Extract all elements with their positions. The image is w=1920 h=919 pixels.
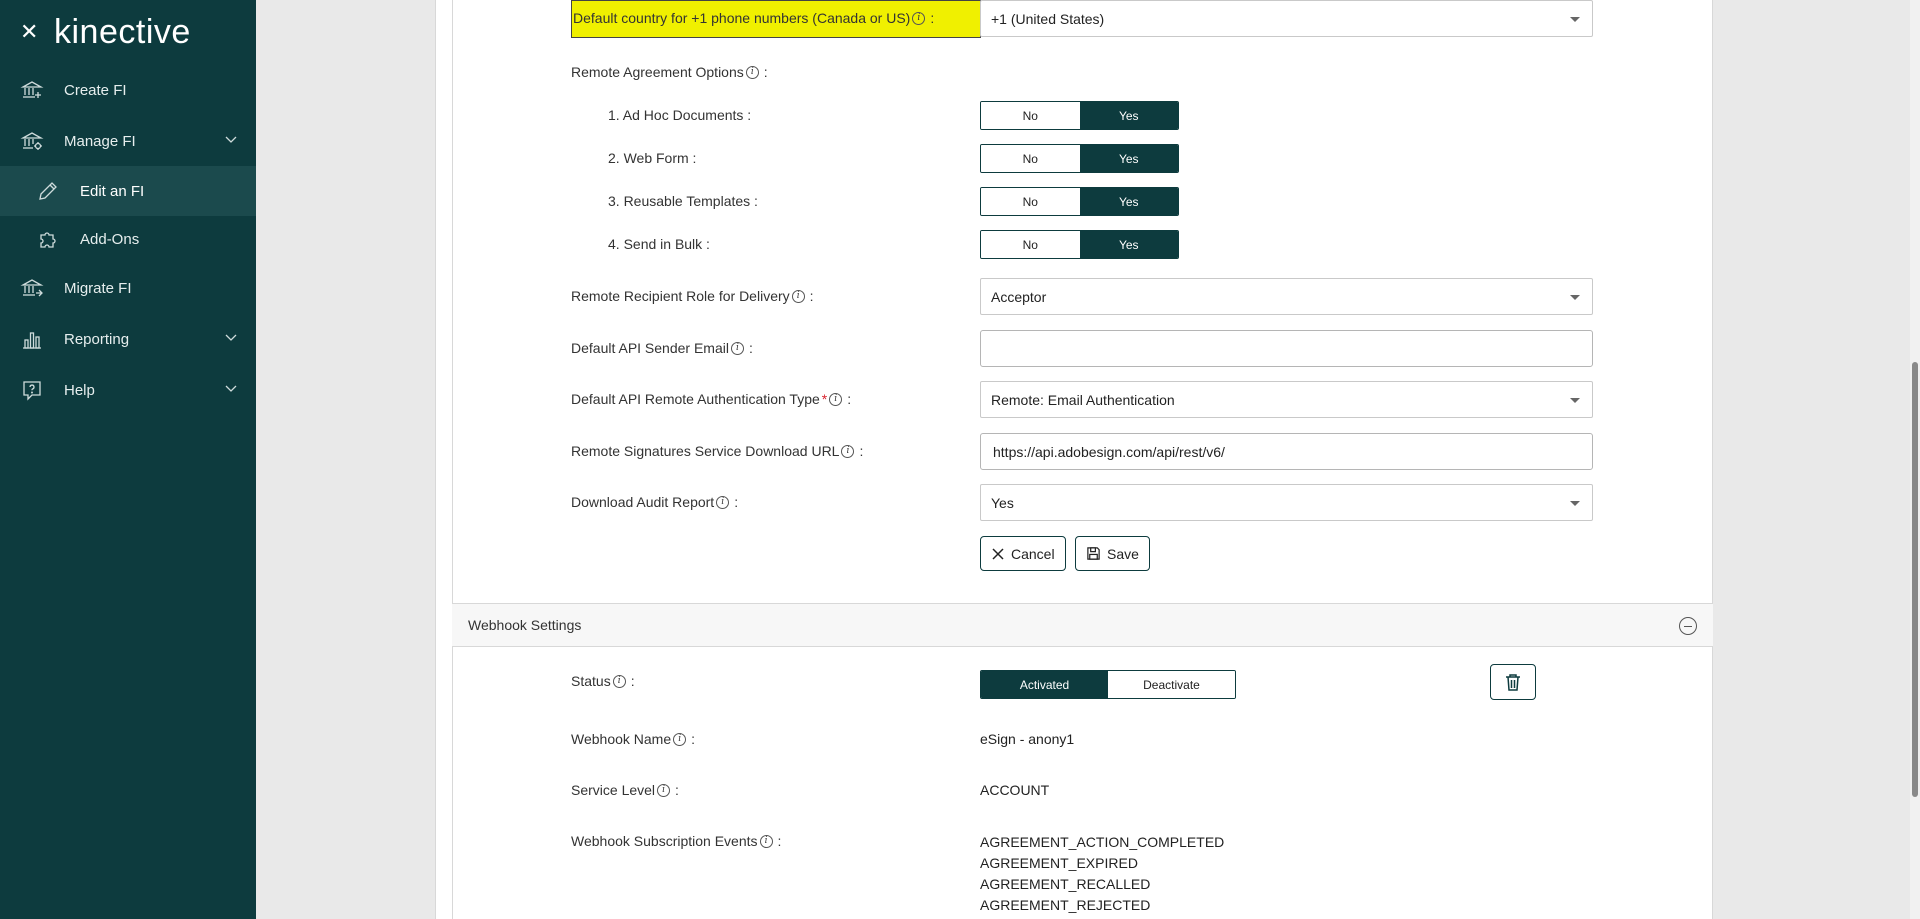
section-title: Webhook Settings [468, 617, 582, 633]
info-icon[interactable]: i [730, 341, 744, 355]
required-marker: * [821, 391, 828, 407]
default-country-label: Default country for +1 phone numbers (Ca… [573, 10, 935, 26]
info-icon[interactable]: i [791, 289, 805, 303]
toggle-no[interactable]: No [981, 188, 1080, 215]
sidebar-header: ✕ kinective [0, 0, 256, 64]
help-icon [23, 381, 41, 401]
toggle-yes[interactable]: Yes [1079, 102, 1178, 129]
info-icon[interactable]: i [657, 783, 671, 797]
api-auth-type-select[interactable]: Remote: Email Authentication [980, 381, 1593, 418]
dropdown-caret-icon [1570, 501, 1580, 506]
bank-plus-icon [20, 81, 44, 98]
webhook-name-label: Webhook Name i : [571, 731, 696, 747]
chevron-down-icon [225, 136, 237, 143]
list-item: AGREEMENT_EXPIRED [980, 855, 1138, 871]
sidebar-item-create-fi[interactable]: Create FI [0, 65, 256, 115]
download-url-input[interactable] [980, 433, 1593, 470]
reusable-templates-label: 3. Reusable Templates : [608, 193, 758, 209]
info-icon[interactable]: i [841, 444, 855, 458]
webhook-settings-header[interactable]: Webhook Settings [452, 603, 1713, 647]
cancel-button[interactable]: Cancel [980, 536, 1066, 571]
recipient-role-label: Remote Recipient Role for Delivery i : [571, 288, 814, 304]
status-toggle[interactable]: Activated Deactivate [980, 670, 1236, 699]
info-icon[interactable]: i [759, 834, 773, 848]
save-button[interactable]: Save [1075, 536, 1150, 571]
sidebar-item-reporting[interactable]: Reporting [0, 314, 256, 364]
toggle-yes[interactable]: Yes [1079, 231, 1178, 258]
list-item: AGREEMENT_ACTION_COMPLETED [980, 834, 1225, 850]
list-item: AGREEMENT_REJECTED [980, 897, 1151, 913]
sidebar: ✕ kinective Create FI Manage FI Edit an … [0, 0, 256, 919]
sidebar-item-label: Reporting [64, 330, 130, 348]
sidebar-item-help[interactable]: Help [0, 365, 256, 415]
sidebar-item-label: Edit an FI [80, 182, 145, 200]
service-level-label: Service Level i : [571, 782, 679, 798]
subscription-events-label: Webhook Subscription Events i : [571, 833, 782, 849]
collapse-icon[interactable] [1679, 617, 1697, 635]
sidebar-item-label: Migrate FI [64, 279, 132, 297]
default-country-select[interactable]: +1 (United States) [980, 0, 1593, 37]
pencil-icon [39, 182, 57, 200]
info-icon[interactable]: i [829, 392, 843, 406]
sidebar-item-label: Create FI [64, 81, 127, 99]
scrollbar-thumb[interactable] [1912, 362, 1918, 797]
webhook-name-value: eSign - anony1 [980, 731, 1075, 747]
download-url-label: Remote Signatures Service Download URL i… [571, 443, 864, 459]
service-level-value: ACCOUNT [980, 782, 1050, 798]
audit-report-select[interactable]: Yes [980, 484, 1593, 521]
status-activated[interactable]: Activated [981, 671, 1108, 698]
info-icon[interactable]: i [612, 674, 626, 688]
info-icon[interactable]: i [912, 11, 926, 25]
floppy-disk-icon [1087, 547, 1100, 560]
dropdown-caret-icon [1570, 17, 1580, 22]
close-icon[interactable]: ✕ [20, 19, 44, 45]
ad-hoc-documents-toggle[interactable]: No Yes [980, 101, 1179, 130]
info-icon[interactable]: i [673, 732, 687, 746]
chevron-down-icon [225, 385, 237, 392]
close-icon [992, 547, 1004, 560]
audit-report-label: Download Audit Report i : [571, 494, 739, 510]
list-item: AGREEMENT_RECALLED [980, 876, 1151, 892]
toggle-no[interactable]: No [981, 231, 1080, 258]
api-auth-type-label: Default API Remote Authentication Type *… [571, 391, 852, 407]
delete-webhook-button[interactable] [1490, 664, 1536, 700]
api-sender-email-input[interactable] [980, 330, 1593, 367]
status-deactivate[interactable]: Deactivate [1108, 671, 1235, 698]
reusable-templates-toggle[interactable]: No Yes [980, 187, 1179, 216]
sidebar-item-migrate-fi[interactable]: Migrate FI [0, 263, 256, 313]
sidebar-item-edit-fi[interactable]: Edit an FI [0, 166, 256, 216]
send-in-bulk-label: 4. Send in Bulk : [608, 236, 710, 252]
trash-icon [1506, 674, 1520, 691]
toggle-no[interactable]: No [981, 145, 1080, 172]
sidebar-item-add-ons[interactable]: Add-Ons [0, 214, 256, 264]
api-sender-email-label: Default API Sender Email i : [571, 340, 753, 356]
kinective-logo: kinective [54, 12, 191, 51]
send-in-bulk-toggle[interactable]: No Yes [980, 230, 1179, 259]
puzzle-icon [40, 232, 56, 248]
toggle-no[interactable]: No [981, 102, 1080, 129]
web-form-label: 2. Web Form : [608, 150, 697, 166]
chevron-down-icon [225, 334, 237, 341]
info-icon[interactable]: i [745, 65, 759, 79]
status-label: Status i : [571, 673, 635, 689]
dropdown-caret-icon [1570, 398, 1580, 403]
subscription-events-list: AGREEMENT_ACTION_COMPLETED AGREEMENT_EXP… [980, 832, 1224, 916]
toggle-yes[interactable]: Yes [1079, 145, 1178, 172]
sidebar-item-label: Help [64, 381, 95, 399]
bank-arrow-icon [20, 279, 44, 297]
web-form-toggle[interactable]: No Yes [980, 144, 1179, 173]
remote-agreement-options-label: Remote Agreement Options i : [571, 64, 768, 80]
sidebar-item-label: Add-Ons [80, 230, 140, 248]
info-icon[interactable]: i [716, 495, 730, 509]
toggle-yes[interactable]: Yes [1079, 188, 1178, 215]
sidebar-item-manage-fi[interactable]: Manage FI [0, 116, 256, 166]
ad-hoc-documents-label: 1. Ad Hoc Documents : [608, 107, 752, 123]
sidebar-item-label: Manage FI [64, 132, 136, 150]
bar-chart-icon [23, 332, 41, 349]
bank-gear-icon [20, 132, 44, 150]
recipient-role-select[interactable]: Acceptor [980, 278, 1593, 315]
dropdown-caret-icon [1570, 295, 1580, 300]
